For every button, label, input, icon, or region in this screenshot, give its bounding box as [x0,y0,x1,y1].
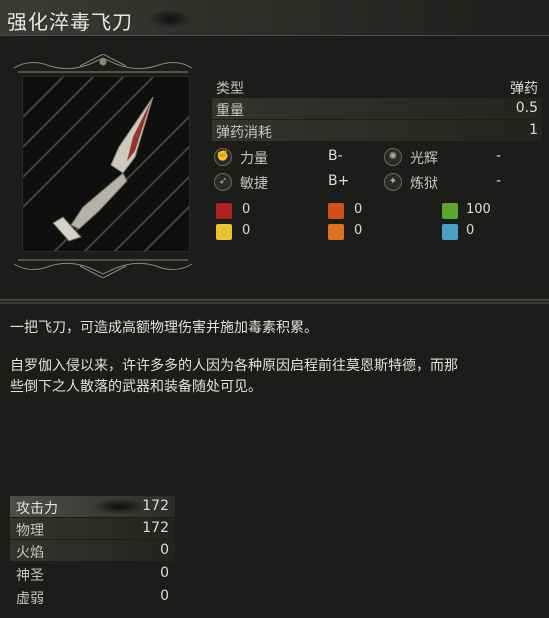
poison-icon [442,203,458,219]
attack-value: 172 [142,498,169,514]
status-value: 0 [242,223,251,238]
scaling-value: - [496,173,502,189]
radiance-icon: ✺ [384,148,402,166]
status-value: 100 [466,202,491,217]
scaling-value: - [496,148,502,164]
status-row-1: 0 0 100 [212,201,542,221]
item-name: 强化淬毒飞刀 [7,10,133,34]
attr-label: 重量 [216,103,244,119]
attack-row-holy: 神圣 0 [10,563,175,584]
attr-value: 0.5 [515,100,538,116]
item-description-line-3: 些倒下之人散落的武器和装备随处可见。 [10,379,262,395]
attr-value: 1 [529,122,538,138]
scaling-value: B- [328,148,343,164]
agility-icon: ➶ [214,173,232,191]
burn-icon [328,224,344,240]
attack-label: 火焰 [16,545,44,561]
attr-row-weight: 重量 0.5 [212,98,542,119]
attack-value: 172 [142,520,169,536]
attack-label: 神圣 [16,568,44,584]
title-bar: 强化淬毒飞刀 [0,0,549,36]
attack-power-header: 攻击力 172 [10,496,175,517]
attr-label: 类型 [216,81,244,97]
attack-row-fire: 火焰 0 [10,540,175,561]
item-description-line-2: 自罗伽入侵以来，许许多多的人因为各种原因启程前往莫恩斯特德，而那 [10,358,458,374]
header-decoration [94,499,144,514]
status-value: 0 [242,202,251,217]
status-row-2: 0 0 0 [212,222,542,242]
attack-value: 0 [160,542,169,558]
throwing-knife-icon [23,77,189,251]
attr-row-ammo-cost: 弹药消耗 1 [212,120,542,141]
attack-row-weakness: 虚弱 0 [10,586,175,607]
strength-icon: ✊ [214,148,232,166]
attr-value: 弹药 [510,81,538,97]
status-value: 0 [354,202,363,217]
inferno-icon: ✦ [384,173,402,191]
item-frame [10,54,196,278]
attack-row-physical: 物理 172 [10,518,175,539]
attack-label: 虚弱 [16,591,44,607]
status-value: 0 [354,223,363,238]
attack-value: 0 [160,565,169,581]
scaling-row-1: ✊ 力量 B- ✺ 光辉 - [212,146,542,168]
bleed-icon [216,203,232,219]
title-decoration [150,10,190,28]
scaling-row-2: ➶ 敏捷 B+ ✦ 炼狱 - [212,171,542,193]
attr-label: 弹药消耗 [216,125,272,141]
fire-icon [328,203,344,219]
status-value: 0 [466,223,475,238]
scaling-label: 敏捷 [240,176,268,192]
section-divider [0,299,549,304]
scaling-label: 炼狱 [410,176,438,192]
frost-icon [442,224,458,240]
item-description-line-1: 一把飞刀，可造成高额物理伤害并施加毒素积累。 [10,320,318,336]
scaling-label: 力量 [240,151,268,167]
attr-row-type: 类型 弹药 [212,76,542,97]
scaling-label: 光辉 [410,151,438,167]
scaling-value: B+ [328,173,350,189]
attack-label: 物理 [16,523,44,539]
attack-label: 攻击力 [16,501,58,517]
item-image [22,76,190,252]
holy-icon [216,224,232,240]
attack-value: 0 [160,588,169,604]
